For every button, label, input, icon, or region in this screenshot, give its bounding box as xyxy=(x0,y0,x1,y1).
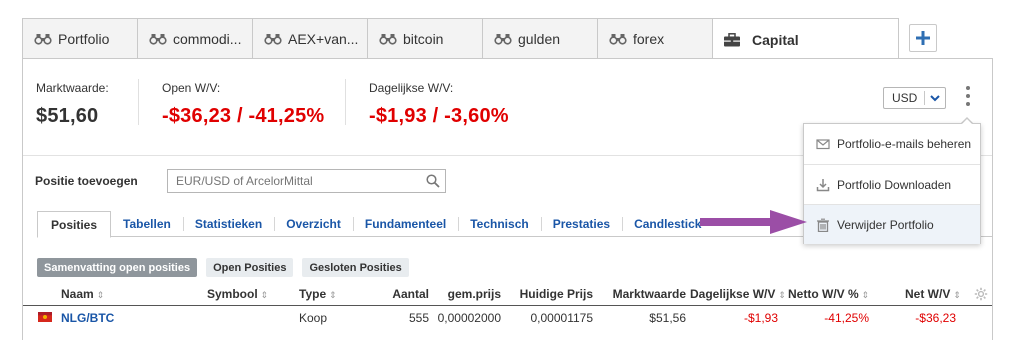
tab-label: Portfolio xyxy=(58,31,110,47)
market-value-metric: Marktwaarde: $51,60 xyxy=(36,81,109,128)
portfolio-options-menu: Portfolio-e-mails beheren Portfolio Down… xyxy=(803,123,981,244)
column-header-dagelijkse[interactable]: Dagelijkse W/V ⇕ xyxy=(690,282,786,306)
add-position-search-input[interactable] xyxy=(167,169,446,193)
tab-forex[interactable]: forex xyxy=(597,18,713,59)
column-header-netto-pct[interactable]: Netto W/V % ⇕ xyxy=(788,282,869,306)
binoculars-icon xyxy=(34,34,52,45)
currency-value: USD xyxy=(892,91,918,105)
tab-fundamenteel[interactable]: Fundamenteel xyxy=(352,211,458,237)
gear-icon[interactable] xyxy=(974,287,988,301)
column-header-symbool[interactable]: Symbool ⇕ xyxy=(207,282,268,306)
open-pl-metric: Open W/V: -$36,23 / -41,25% xyxy=(162,81,324,128)
divider xyxy=(924,91,925,105)
tab-gulden[interactable]: gulden xyxy=(482,18,598,59)
market-value: $51,60 xyxy=(36,105,99,127)
binoculars-icon xyxy=(494,34,512,45)
cell-dagelijkse: -$1,93 xyxy=(743,311,778,325)
cell-aantal: 555 xyxy=(408,311,429,325)
tab-overzicht[interactable]: Overzicht xyxy=(274,211,353,237)
column-header-type[interactable]: Type ⇕ xyxy=(299,282,337,306)
pill-summary-open-positions[interactable]: Samenvatting open posities xyxy=(37,258,198,277)
tab-tabellen[interactable]: Tabellen xyxy=(111,211,183,237)
tab-prestaties[interactable]: Prestaties xyxy=(540,211,622,237)
tab-capital[interactable]: Capital xyxy=(712,18,899,60)
positions-table: Naam ⇕ Symbool ⇕ Type ⇕ Aantal gem.prijs Hu… xyxy=(23,282,992,332)
binoculars-icon xyxy=(609,34,627,45)
tab-label: Capital xyxy=(752,31,799,48)
add-portfolio-button[interactable] xyxy=(909,24,937,52)
column-header-huidige-prijs[interactable]: Huidige Prijs xyxy=(503,282,593,306)
tab-statistieken[interactable]: Statistieken xyxy=(182,211,274,237)
cell-netto-pct: -41,25% xyxy=(824,311,869,325)
daily-pl-metric: Dagelijkse W/V: -$1,93 / -3,60% xyxy=(369,81,509,128)
menu-item-label: Verwijder Portfolio xyxy=(837,217,934,232)
tab-commodities[interactable]: commodi... xyxy=(137,18,253,59)
open-pl-value: -$36,23 / -41,25% xyxy=(162,105,325,127)
tab-label: commodi... xyxy=(173,31,242,47)
binoculars-icon xyxy=(379,34,397,45)
column-header-gem-prijs[interactable]: gem.prijs xyxy=(423,282,501,306)
market-value-label: Marktwaarde: xyxy=(36,81,109,95)
tab-label: bitcoin xyxy=(403,31,444,47)
table-row: NLG/BTC Koop 555 0,00002000 0,00001175 $… xyxy=(23,306,992,332)
plus-icon xyxy=(916,31,930,45)
more-options-icon[interactable] xyxy=(963,86,973,110)
cell-type: Koop xyxy=(299,311,328,325)
daily-pl-label: Dagelijkse W/V: xyxy=(369,81,454,95)
envelope-icon xyxy=(816,139,830,150)
tab-posities[interactable]: Posities xyxy=(37,211,112,238)
portfolio-tab-bar: Portfolio commodi... AEX+van... bitcoin … xyxy=(22,18,899,60)
trash-icon xyxy=(817,218,829,232)
table-header: Naam ⇕ Symbool ⇕ Type ⇕ Aantal gem.prijs Hu… xyxy=(23,282,992,306)
chevron-down-icon xyxy=(930,95,940,102)
annotation-arrow-icon xyxy=(700,210,807,234)
cell-net: -$36,23 xyxy=(915,311,956,325)
tab-portfolio[interactable]: Portfolio xyxy=(22,18,138,59)
cell-gem-prijs: 0,00002000 xyxy=(437,311,501,325)
tab-label: gulden xyxy=(518,31,561,47)
tab-technisch[interactable]: Technisch xyxy=(458,211,540,237)
column-header-net[interactable]: Net W/V ⇕ xyxy=(905,282,961,306)
menu-item-label: Portfolio Downloaden xyxy=(837,177,952,192)
pill-open-positions[interactable]: Open Posities xyxy=(206,258,294,277)
column-header-marktwaarde[interactable]: Marktwaarde xyxy=(593,282,686,306)
menu-item-delete-portfolio[interactable]: Verwijder Portfolio xyxy=(804,204,980,244)
binoculars-icon xyxy=(264,34,282,45)
menu-item-manage-emails[interactable]: Portfolio-e-mails beheren xyxy=(804,124,980,164)
download-icon xyxy=(816,178,830,191)
tab-label: AEX+van... xyxy=(288,31,359,47)
cell-huidige-prijs: 0,00001175 xyxy=(530,311,593,325)
tab-label: forex xyxy=(633,31,665,47)
daily-pl-value: -$1,93 / -3,60% xyxy=(369,105,509,127)
menu-item-download[interactable]: Portfolio Downloaden xyxy=(804,164,980,204)
tab-bitcoin[interactable]: bitcoin xyxy=(367,18,483,59)
flag-icon xyxy=(38,312,52,322)
column-header-aantal[interactable]: Aantal xyxy=(353,282,429,306)
add-position-label: Positie toevoegen xyxy=(35,174,138,188)
position-filter-pills: Samenvatting open posities Open Posities… xyxy=(37,258,418,277)
menu-item-label: Portfolio-e-mails beheren xyxy=(837,137,972,151)
tab-aex[interactable]: AEX+van... xyxy=(252,18,368,59)
menu-caret-inner xyxy=(961,119,973,125)
binoculars-icon xyxy=(149,34,167,45)
column-header-naam[interactable]: Naam ⇕ xyxy=(61,282,104,306)
position-name-link[interactable]: NLG/BTC xyxy=(61,306,114,330)
cell-marktwaarde: $51,56 xyxy=(649,311,686,325)
currency-select[interactable]: USD xyxy=(883,87,946,109)
search-icon[interactable] xyxy=(426,174,440,188)
open-pl-label: Open W/V: xyxy=(162,81,221,95)
divider xyxy=(138,79,139,125)
briefcase-icon xyxy=(724,32,740,46)
pill-closed-positions[interactable]: Gesloten Posities xyxy=(302,258,409,277)
divider xyxy=(345,79,346,125)
